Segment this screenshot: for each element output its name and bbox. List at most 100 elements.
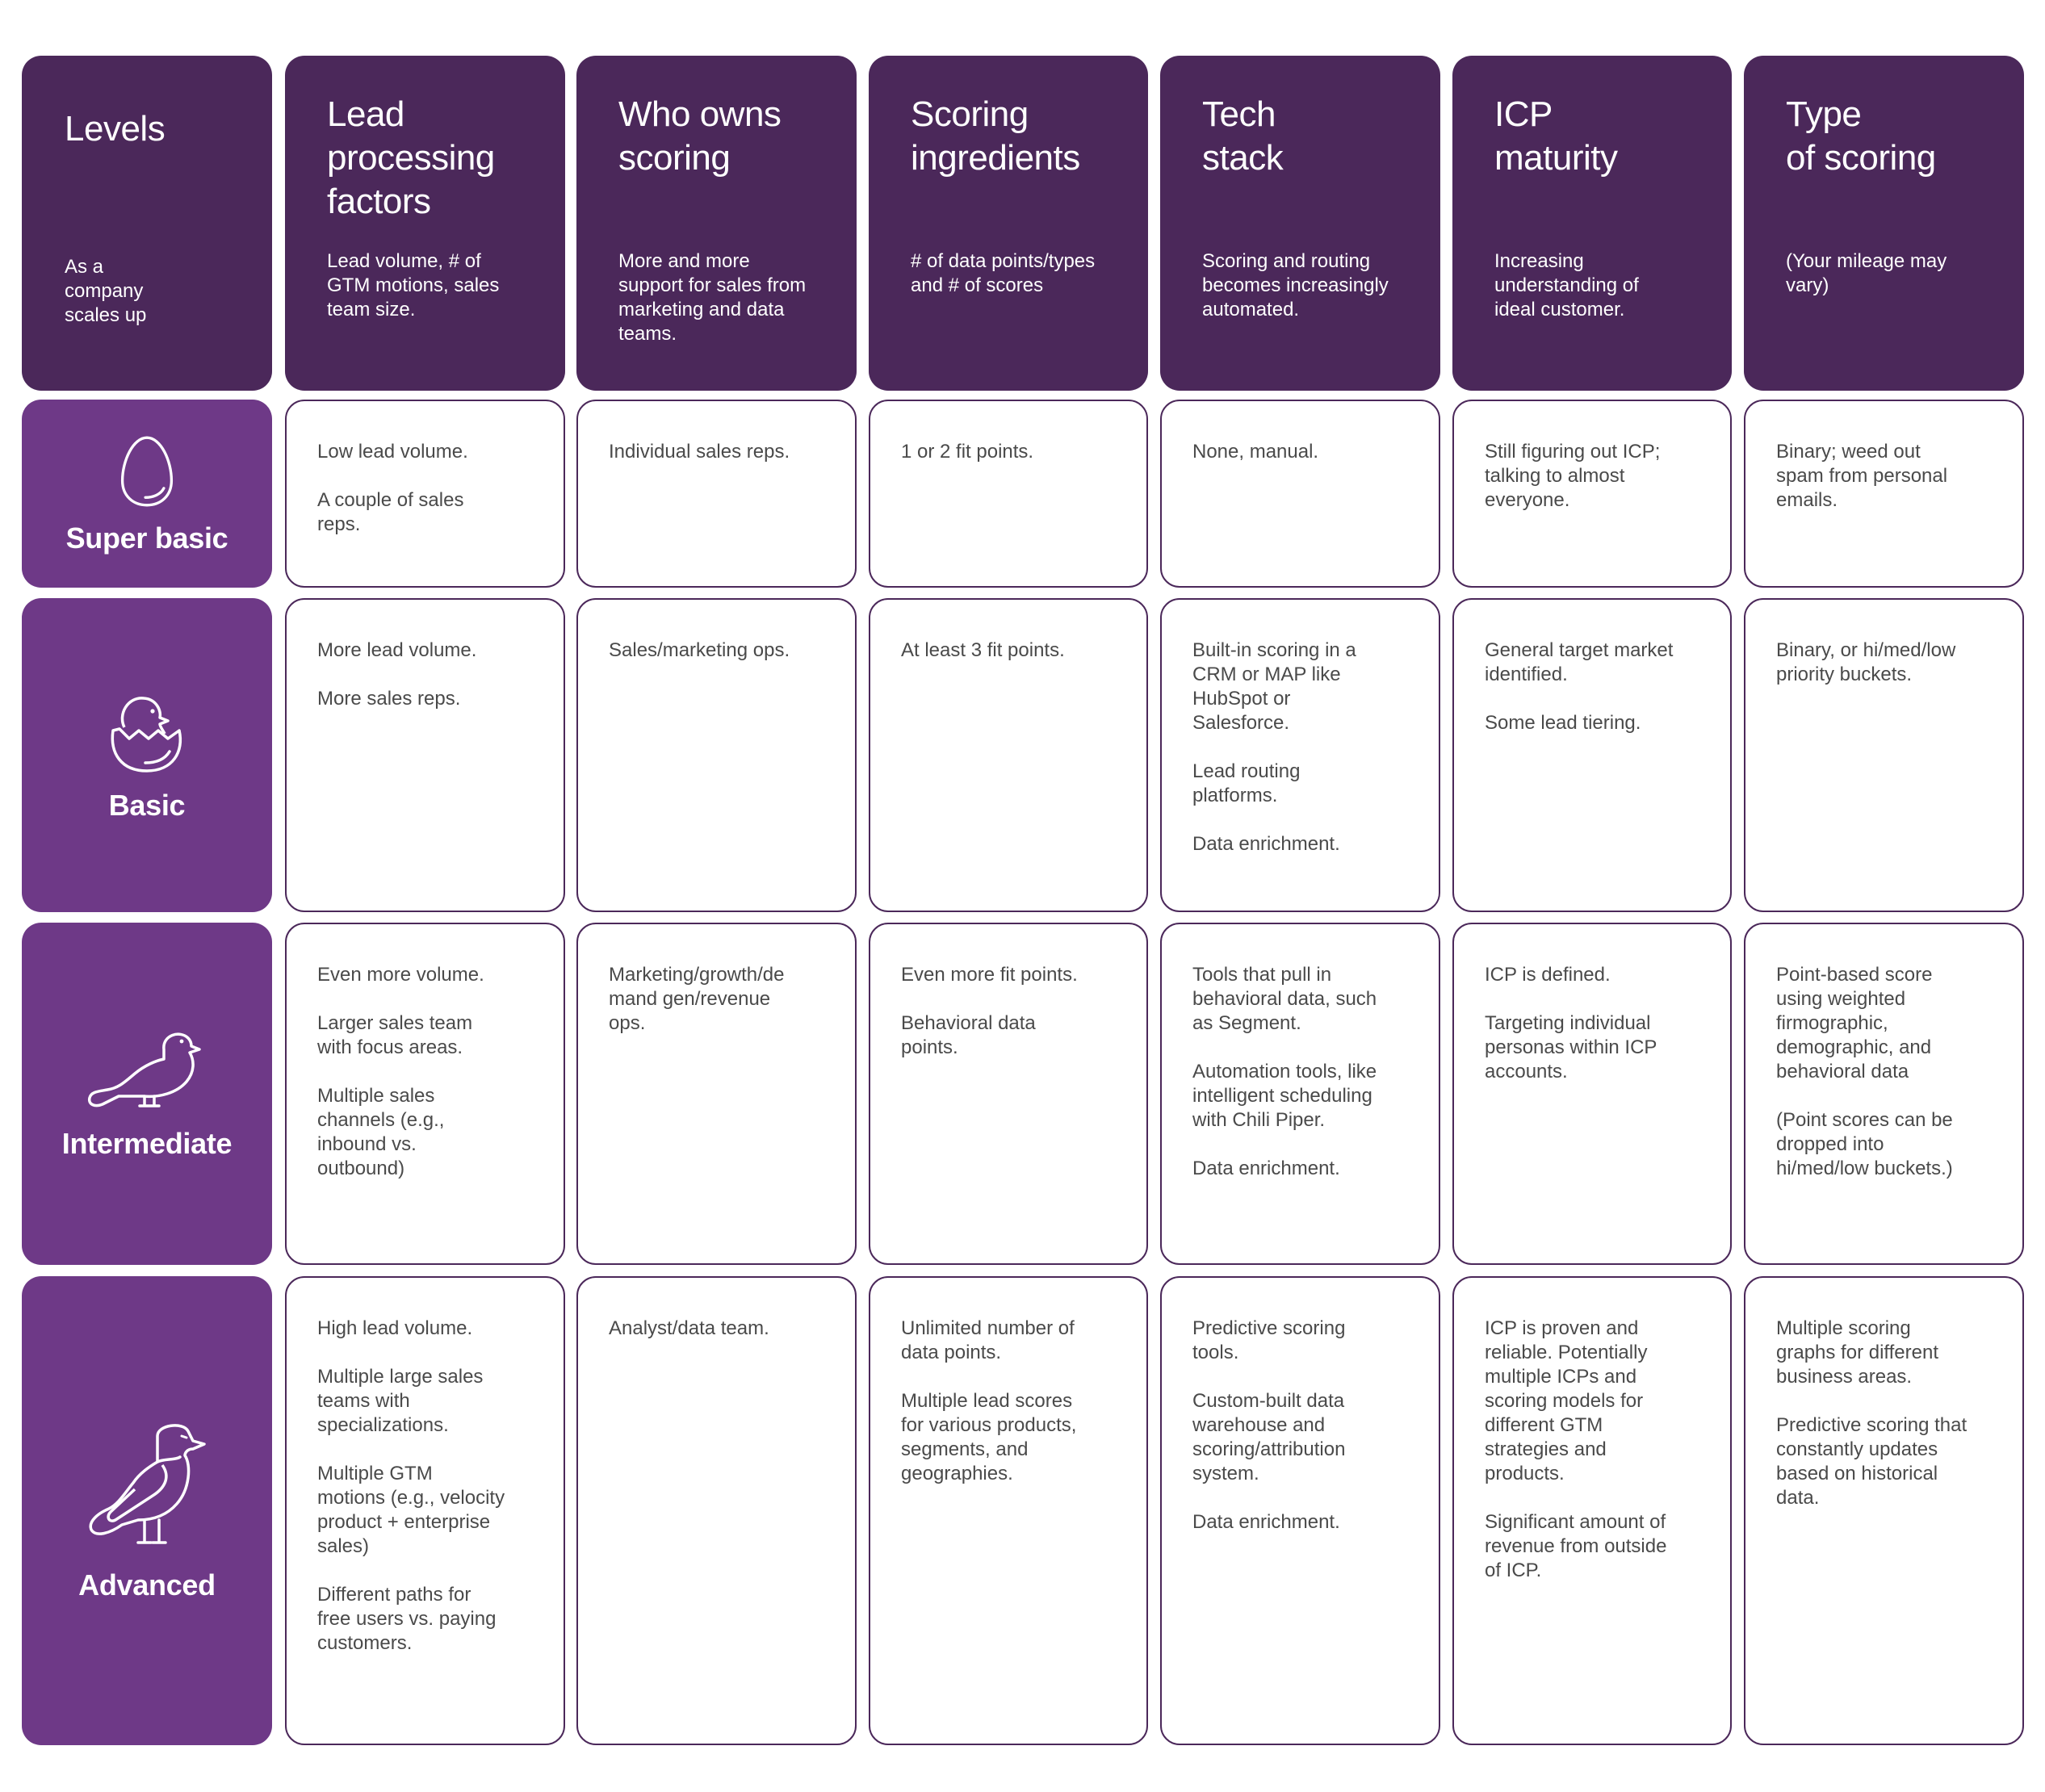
cell-paragraph: Still figuring out ICP; talking to almos… <box>1485 441 1661 511</box>
matrix-cell: Predictive scoring tools. Custom-built da… <box>1160 1276 1440 1745</box>
cell-paragraph: Individual sales reps. <box>609 441 790 463</box>
matrix-cell: ICP is defined. Targeting individual pers… <box>1452 923 1732 1265</box>
cell-paragraph: Data enrichment. <box>1192 1158 1340 1179</box>
matrix-cell: At least 3 fit points. <box>869 598 1148 912</box>
column-header-subtitle: More and more support for sales from mar… <box>618 250 807 345</box>
column-header: ICP maturity Increasing understanding of … <box>1452 56 1732 391</box>
matrix-cell: Binary; weed out spam from personal emai… <box>1744 400 2024 588</box>
matrix-cell: Tools that pull in behavioral data, such… <box>1160 923 1440 1265</box>
matrix-cell: Even more volume. Larger sales team with … <box>285 923 565 1265</box>
cell-paragraph: Even more volume. <box>317 964 484 986</box>
column-header-title: Tech stack <box>1202 94 1284 178</box>
level-label-advanced: Advanced <box>22 1276 272 1745</box>
matrix-cell: Sales/marketing ops. <box>576 598 857 912</box>
cell-paragraph: Binary, or hi/med/low priority buckets. <box>1776 639 1956 685</box>
cell-paragraph: Predictive scoring tools. <box>1192 1317 1346 1363</box>
cell-paragraph: More lead volume. <box>317 639 477 661</box>
matrix-cell: Marketing/growth/de mand gen/revenue ops… <box>576 923 857 1265</box>
level-name: Super basic <box>65 521 228 555</box>
level-name: Basic <box>108 788 186 822</box>
matrix-cell: 1 or 2 fit points. <box>869 400 1148 588</box>
column-header: Tech stack Scoring and routing becomes in… <box>1160 56 1440 391</box>
column-header: Who owns scoring More and more support fo… <box>576 56 857 391</box>
cell-paragraph: Low lead volume. <box>317 441 468 463</box>
cell-paragraph: None, manual. <box>1192 441 1319 463</box>
cell-paragraph: Unlimited number of data points. <box>901 1317 1075 1363</box>
cell-paragraph: Data enrichment. <box>1192 1511 1340 1533</box>
column-header-subtitle: # of data points/types and # of scores <box>911 250 1096 296</box>
cell-paragraph: ICP is proven and reliable. Potentially … <box>1485 1317 1648 1484</box>
cell-paragraph: Multiple GTM motions (e.g., velocity pro… <box>317 1463 505 1557</box>
cell-paragraph: ICP is defined. <box>1485 964 1611 986</box>
column-header-title: Who owns scoring <box>618 94 782 178</box>
matrix-cell: Point-based score using weighted firmogr… <box>1744 923 2024 1265</box>
cell-paragraph: General target market identified. <box>1485 639 1674 685</box>
cell-paragraph: Predictive scoring that constantly updat… <box>1776 1414 1967 1509</box>
cell-paragraph: A couple of sales reps. <box>317 489 464 535</box>
cell-paragraph: Even more fit points. <box>901 964 1078 986</box>
cell-paragraph: Lead routing platforms. <box>1192 760 1301 806</box>
cell-paragraph: Binary; weed out spam from personal emai… <box>1776 441 1948 511</box>
cell-paragraph: Behavioral data points. <box>901 1012 1036 1058</box>
column-header-title: Type of scoring <box>1786 94 1936 178</box>
levels-header-subtitle: As a company scales up <box>65 256 147 326</box>
cell-paragraph: Larger sales team with focus areas. <box>317 1012 473 1058</box>
matrix-cell: Built-in scoring in a CRM or MAP like Hu… <box>1160 598 1440 912</box>
cell-paragraph: Custom-built data warehouse and scoring/… <box>1192 1390 1346 1484</box>
young-bird-icon <box>86 1027 207 1116</box>
egg-icon <box>116 433 178 510</box>
level-name: Intermediate <box>61 1127 233 1160</box>
cell-paragraph: Multiple sales channels (e.g., inbound v… <box>317 1085 445 1179</box>
matrix-cell: Low lead volume. A couple of sales reps. <box>285 400 565 588</box>
matrix-cell: More lead volume. More sales reps. <box>285 598 565 912</box>
column-header: Type of scoring (Your mileage may vary) <box>1744 56 2024 391</box>
column-header: Scoring ingredients # of data points/type… <box>869 56 1148 391</box>
matrix-cell: High lead volume. Multiple large sales te… <box>285 1276 565 1745</box>
cell-paragraph: Multiple scoring graphs for different bu… <box>1776 1317 1939 1388</box>
matrix-cell: ICP is proven and reliable. Potentially … <box>1452 1276 1732 1745</box>
level-label-super-basic: Super basic <box>22 400 272 588</box>
cell-paragraph: 1 or 2 fit points. <box>901 441 1034 463</box>
cell-paragraph: Significant amount of revenue from outsi… <box>1485 1511 1667 1581</box>
matrix-cell: Analyst/data team. <box>576 1276 857 1745</box>
level-name: Advanced <box>78 1568 216 1601</box>
cell-paragraph: Built-in scoring in a CRM or MAP like Hu… <box>1192 639 1356 734</box>
column-header-title: ICP maturity <box>1494 94 1618 178</box>
cell-paragraph: Point-based score using weighted firmogr… <box>1776 964 1933 1082</box>
cell-paragraph: High lead volume. <box>317 1317 473 1339</box>
cell-paragraph: Sales/marketing ops. <box>609 639 790 661</box>
column-header-subtitle: Lead volume, # of GTM motions, sales tea… <box>327 250 500 320</box>
matrix-cell: Multiple scoring graphs for different bu… <box>1744 1276 2024 1745</box>
column-header-title: Scoring ingredients <box>911 94 1080 178</box>
matrix-cell: None, manual. <box>1160 400 1440 588</box>
column-header: Lead processing factors Lead volume, # of… <box>285 56 565 391</box>
matrix-cell: Even more fit points. Behavioral data poi… <box>869 923 1148 1265</box>
cell-paragraph: Different paths for free users vs. payin… <box>317 1584 497 1654</box>
matrix-cell: General target market identified. Some le… <box>1452 598 1732 912</box>
matrix-cell: Binary, or hi/med/low priority buckets. <box>1744 598 2024 912</box>
column-header-subtitle: (Your mileage may vary) <box>1786 250 1947 296</box>
cell-paragraph: Marketing/growth/de mand gen/revenue ops… <box>609 964 785 1034</box>
cell-paragraph: Multiple large sales teams with speciali… <box>317 1366 484 1436</box>
cell-paragraph: Targeting individual personas within ICP… <box>1485 1012 1657 1082</box>
cell-paragraph: Automation tools, like intelligent sched… <box>1192 1061 1377 1131</box>
levels-header: Levels As a company scales up <box>22 56 272 391</box>
level-label-intermediate: Intermediate <box>22 923 272 1265</box>
levels-header-title: Levels <box>65 109 166 149</box>
cell-paragraph: Data enrichment. <box>1192 833 1340 855</box>
matrix-cell: Still figuring out ICP; talking to almos… <box>1452 400 1732 588</box>
column-header-subtitle: Scoring and routing becomes increasingly… <box>1202 250 1389 320</box>
adult-bird-icon <box>86 1420 207 1557</box>
cell-paragraph: Analyst/data team. <box>609 1317 769 1339</box>
matrix-cell: Unlimited number of data points. Multiple… <box>869 1276 1148 1745</box>
level-label-basic: Basic <box>22 598 272 912</box>
hatching-chick-icon <box>107 689 187 777</box>
cell-paragraph: (Point scores can be dropped into hi/med… <box>1776 1109 1953 1179</box>
cell-paragraph: Some lead tiering. <box>1485 712 1641 734</box>
column-header-subtitle: Increasing understanding of ideal custom… <box>1494 250 1639 320</box>
cell-paragraph: At least 3 fit points. <box>901 639 1065 661</box>
cell-paragraph: Multiple lead scores for various product… <box>901 1390 1077 1484</box>
matrix-cell: Individual sales reps. <box>576 400 857 588</box>
cell-paragraph: Tools that pull in behavioral data, such… <box>1192 964 1377 1034</box>
cell-paragraph: More sales reps. <box>317 688 461 710</box>
